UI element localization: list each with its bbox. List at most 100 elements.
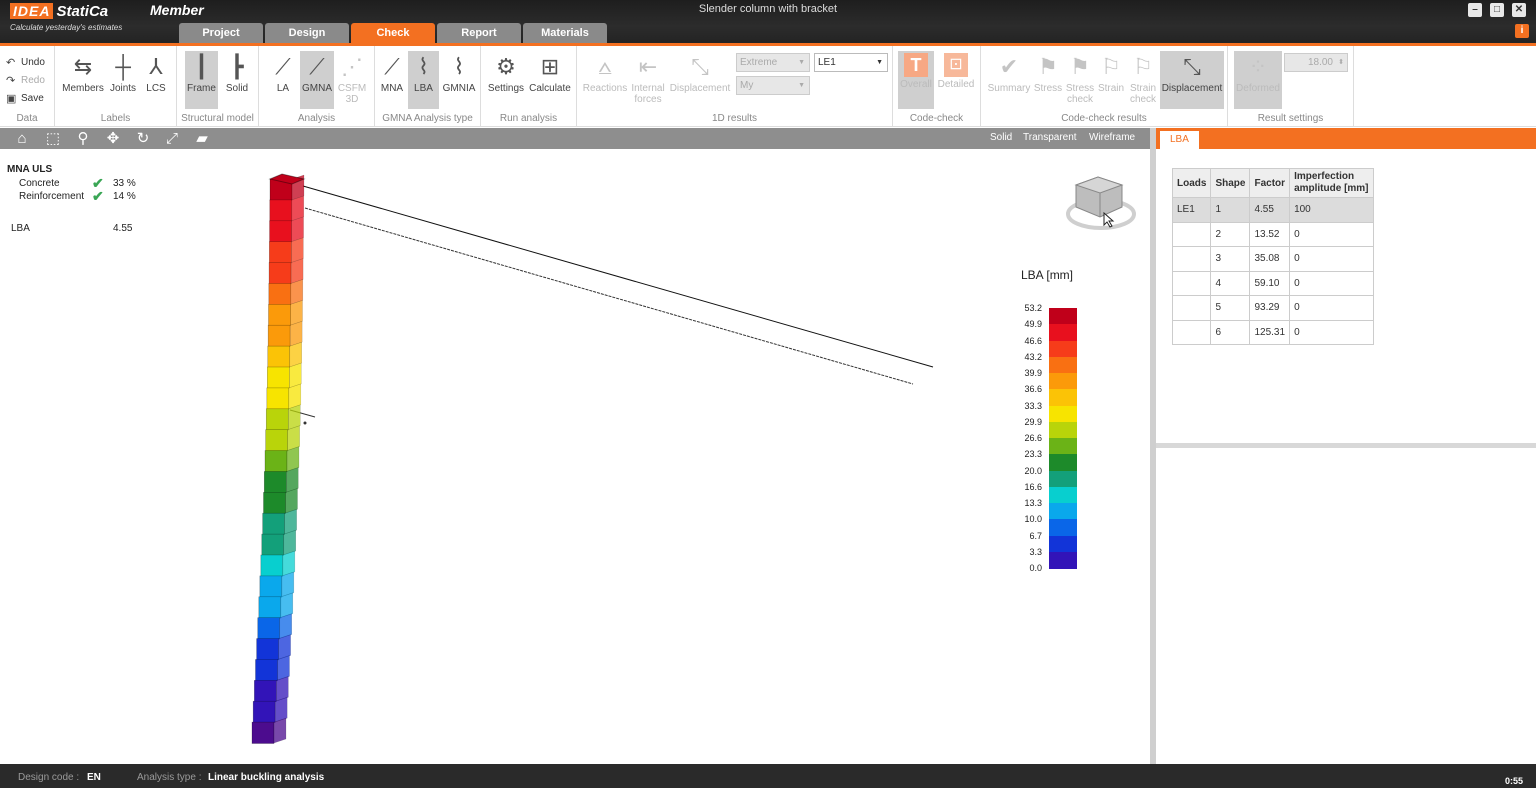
strain-icon: ⚐ [1101, 54, 1121, 79]
tab-project[interactable]: Project [179, 23, 263, 44]
tab-report[interactable]: Report [437, 23, 521, 44]
internal-forces-button[interactable]: ⇤ Internal forces [630, 51, 666, 109]
joints-button[interactable]: ┼ Joints [107, 51, 139, 109]
reactions-label: Reactions [582, 83, 628, 94]
navigation-cube[interactable] [1066, 176, 1136, 230]
rotate-icon[interactable]: ↻ [134, 130, 152, 147]
summary-button[interactable]: ✔ Summary [985, 51, 1033, 109]
table-row[interactable]: 3 35.08 0 [1171, 246, 1375, 272]
table-cell [1171, 246, 1212, 272]
legend-swatch [1049, 421, 1077, 439]
column-segment [269, 199, 293, 222]
frame-icon: ┃ [194, 54, 209, 79]
deformed-button[interactable]: ⁘ Deformed [1234, 51, 1282, 109]
legend-tick-label: 53.2 [1024, 303, 1042, 313]
stress-button[interactable]: ⚑ Stress [1033, 51, 1063, 109]
tab-design[interactable]: Design [265, 23, 349, 44]
home-icon[interactable]: ⌂ [13, 130, 31, 147]
detailed-label: Detailed [937, 79, 975, 90]
tagline: Calculate yesterday's estimates [10, 23, 123, 32]
my-select[interactable]: My ▼ [736, 76, 810, 95]
tab-materials[interactable]: Materials [523, 23, 607, 44]
view-mode-transparent[interactable]: Transparent [1023, 132, 1077, 143]
la-button[interactable]: ⟋ LA [267, 51, 299, 109]
legend-tick-label: 46.6 [1024, 335, 1042, 346]
displacement-1d-button[interactable]: ⤡ Displacement [668, 51, 732, 109]
view-mode-solid[interactable]: Solid [990, 132, 1012, 143]
column-segment [263, 471, 287, 494]
load-case-select[interactable]: LE1 ▼ [814, 53, 888, 72]
settings-button[interactable]: ⚙ Settings [487, 51, 525, 109]
calculate-button[interactable]: ⊞ Calculate [527, 51, 573, 109]
zoom-window-icon[interactable]: ⬚ [44, 130, 62, 147]
solid-button[interactable]: ┣ Solid [221, 51, 253, 109]
table-row[interactable]: 4 59.10 0 [1171, 270, 1375, 296]
maximize-button[interactable]: □ [1490, 3, 1504, 17]
table-cell: LE1 [1171, 197, 1212, 223]
legend-tick-label: 36.6 [1024, 384, 1042, 395]
close-button[interactable]: ✕ [1512, 3, 1526, 17]
csfm-label: CSFM [337, 83, 367, 94]
column-segment [268, 262, 292, 285]
strain-check-button[interactable]: ⚐ Strain check [1128, 51, 1158, 109]
eraser-icon[interactable]: ▰ [193, 130, 211, 147]
table-row[interactable]: 5 93.29 0 [1171, 295, 1375, 321]
table-cell: 0 [1289, 270, 1375, 296]
gmnia-button[interactable]: ⌇ GMNIA [440, 51, 478, 109]
lcs-button[interactable]: ⅄ LCS [141, 51, 171, 109]
column-segment [268, 283, 292, 306]
la-icon: ⟋ [275, 54, 291, 79]
column-segment [269, 220, 292, 243]
view-mode-wireframe[interactable]: Wireframe [1089, 132, 1135, 143]
chevron-down-icon: ▼ [798, 59, 805, 66]
gmna-button[interactable]: ⟋ GMNA [300, 51, 334, 109]
extreme-select[interactable]: Extreme ▼ [736, 53, 810, 72]
table-cell: 4 [1210, 270, 1251, 296]
zoom-icon[interactable]: ⚲ [74, 130, 92, 147]
reactions-button[interactable]: ⩟ Reactions [582, 51, 628, 109]
table-row[interactable]: 6 125.31 0 [1171, 319, 1375, 345]
tab-check[interactable]: Check [351, 23, 435, 44]
legend-tick-label: 10.0 [1024, 514, 1042, 525]
reactions-icon: ⩟ [598, 54, 612, 79]
deformation-scale-input[interactable]: 18.00 ⬍ [1284, 53, 1348, 72]
displacement-button[interactable]: ⤡ Displacement [1160, 51, 1224, 109]
column-segment [260, 554, 284, 577]
frame-button[interactable]: ┃ Frame [185, 51, 218, 109]
joints-label: Joints [109, 83, 137, 94]
column-segment [267, 345, 291, 368]
table-cell: 93.29 [1249, 295, 1291, 321]
detailed-button[interactable]: ⊡ Detailed [936, 51, 976, 109]
tab-lba[interactable]: LBA [1160, 131, 1199, 149]
spinner-icon: ⬍ [1338, 59, 1344, 66]
overall-button[interactable]: T Overall [898, 51, 934, 109]
info-icon[interactable]: i [1515, 24, 1529, 38]
lba-icon: ⌇ [418, 54, 429, 79]
csfm-3d-button[interactable]: ⋰ CSFM 3D [336, 51, 368, 109]
legend-swatch [1049, 373, 1077, 390]
csfm-icon: ⋰ [341, 54, 363, 79]
legend-swatch [1049, 438, 1077, 455]
gmna-label: GMNA [302, 83, 332, 94]
node-point [303, 421, 307, 425]
column-segment [257, 617, 281, 640]
frame-label: Frame [187, 83, 216, 94]
members-button[interactable]: ⇆ Members [61, 51, 105, 109]
mna-button[interactable]: ⟋ MNA [377, 51, 407, 109]
strain-button[interactable]: ⚐ Strain [1096, 51, 1126, 109]
stress-check-button[interactable]: ⚑ Stress check [1065, 51, 1095, 109]
pan-icon[interactable]: ✥ [104, 130, 122, 147]
redo-button[interactable]: ↷ Redo [6, 74, 45, 87]
3d-viewport[interactable]: MNA ULS Concrete ✔ 33 % Reinforcement ✔ … [0, 149, 1150, 763]
group-analysis: ⟋ LA ⟋ GMNA ⋰ CSFM 3D Analysis [259, 46, 375, 127]
table-row[interactable]: 2 13.52 0 [1171, 221, 1375, 247]
minimize-button[interactable]: – [1468, 3, 1482, 17]
legend-tick-label: 13.3 [1024, 498, 1042, 508]
zoom-extents-icon[interactable]: ⤢ [163, 130, 181, 147]
table-row[interactable]: LE1 1 4.55 100 [1171, 197, 1375, 223]
right-panel-splitter[interactable] [1156, 443, 1536, 448]
displacement-icon: ⤡ [1183, 54, 1201, 79]
save-button[interactable]: ▣ Save [6, 92, 44, 105]
lba-button[interactable]: ⌇ LBA [408, 51, 439, 109]
undo-button[interactable]: ↶ Undo [6, 56, 45, 69]
